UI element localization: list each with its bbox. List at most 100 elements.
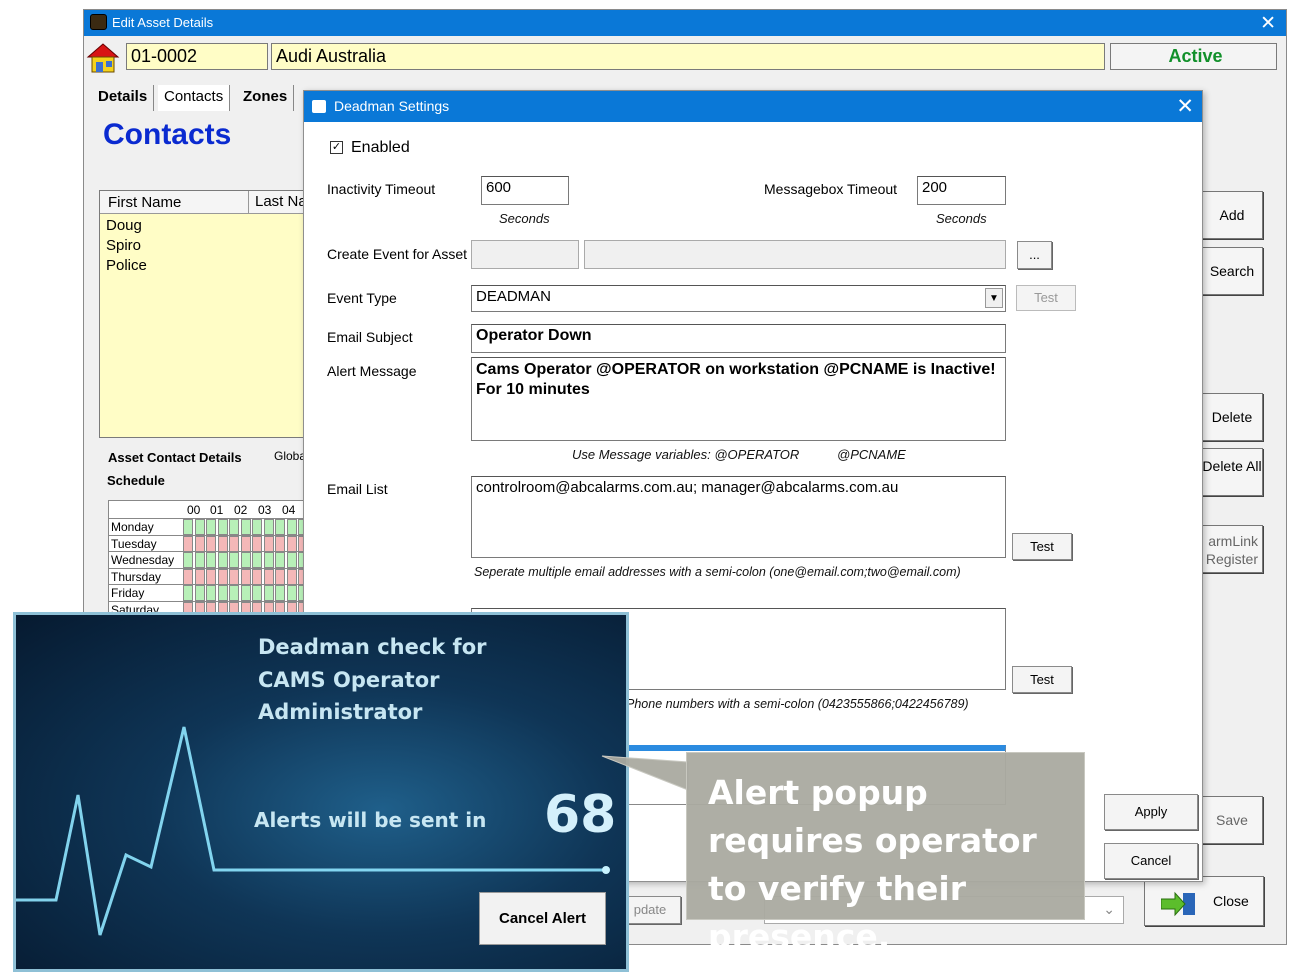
cancel-button[interactable]: Cancel [1104, 843, 1198, 879]
schedule-cell[interactable] [240, 535, 251, 552]
schedule-cell[interactable] [275, 535, 285, 552]
schedule-row[interactable]: Wednesday [109, 552, 320, 569]
schedule-cell[interactable] [240, 519, 251, 535]
list-item[interactable]: Police [106, 257, 147, 274]
account-number-field[interactable]: 01-0002 [126, 43, 268, 70]
schedule-cell[interactable] [194, 535, 205, 552]
close-icon[interactable]: ✕ [1176, 94, 1194, 119]
asset-contact-details-label[interactable]: Asset Contact Details [108, 450, 242, 465]
schedule-cell[interactable] [206, 519, 216, 535]
schedule-cell[interactable] [263, 568, 274, 585]
schedule-cell[interactable] [194, 519, 205, 535]
enabled-checkbox[interactable]: ✓ [330, 141, 343, 154]
schedule-cell[interactable] [240, 568, 251, 585]
schedule-cell[interactable] [275, 519, 285, 535]
schedule-cell[interactable] [183, 552, 193, 568]
add-button[interactable]: Add [1201, 191, 1263, 239]
schedule-cell[interactable] [206, 568, 216, 585]
schedule-grid[interactable]: 00 01 02 03 04 Monday Tuesday Wednesday Thu… [108, 500, 320, 625]
schedule-cell[interactable] [183, 535, 193, 552]
schedule-row[interactable]: Monday [109, 519, 320, 536]
schedule-cell[interactable] [252, 552, 262, 568]
schedule-cell[interactable] [286, 585, 297, 601]
asset-name-input[interactable] [584, 240, 1006, 269]
schedule-cell[interactable] [263, 535, 274, 552]
schedule-cell[interactable] [194, 552, 205, 568]
messagebox-timeout-input[interactable]: 200 [917, 176, 1006, 205]
close-button[interactable]: Close [1144, 876, 1264, 926]
tab-contacts[interactable]: Contacts [158, 85, 231, 111]
tab-zones[interactable]: Zones [237, 85, 295, 111]
schedule-cell[interactable] [229, 535, 239, 552]
email-list-textarea[interactable]: controlroom@abcalarms.com.au; manager@ab… [471, 476, 1006, 558]
delete-button[interactable]: Delete [1201, 393, 1263, 441]
schedule-cell[interactable] [206, 585, 216, 601]
schedule-cell[interactable] [194, 585, 205, 601]
alert-message-textarea[interactable]: Cams Operator @OPERATOR on workstation @… [471, 357, 1006, 441]
apply-button[interactable]: Apply [1104, 794, 1198, 830]
email-subject-input[interactable]: Operator Down [471, 324, 1006, 353]
schedule-cell[interactable] [217, 535, 228, 552]
schedule-cell[interactable] [275, 585, 285, 601]
schedule-cell[interactable] [183, 568, 193, 585]
schedule-cell[interactable] [217, 585, 228, 601]
global-tab[interactable]: Globa [274, 449, 306, 463]
schedule-cell[interactable] [286, 552, 297, 568]
schedule-cell[interactable] [286, 568, 297, 585]
schedule-cell[interactable] [252, 535, 262, 552]
cancel-alert-button[interactable]: Cancel Alert [479, 892, 606, 945]
schedule-cell[interactable] [229, 585, 239, 601]
browse-button[interactable]: ... [1017, 241, 1052, 269]
col-first-name[interactable]: First Name [108, 194, 181, 211]
schedule-cell[interactable] [229, 519, 239, 535]
tab-details[interactable]: Details [92, 85, 155, 111]
email-test-button[interactable]: Test [1012, 533, 1072, 560]
schedule-row[interactable]: Tuesday [109, 535, 320, 552]
close-icon[interactable]: ✕ [1260, 12, 1276, 35]
alarmlink-register-button[interactable]: armLink Register [1201, 525, 1263, 573]
schedule-cell[interactable] [263, 585, 274, 601]
schedule-cell[interactable] [275, 568, 285, 585]
schedule-cell[interactable] [263, 519, 274, 535]
schedule-cell[interactable] [229, 568, 239, 585]
schedule-cell[interactable] [252, 568, 262, 585]
schedule-day-label: Wednesday [111, 553, 175, 567]
schedule-cell[interactable] [286, 535, 297, 552]
schedule-cell[interactable] [217, 519, 228, 535]
schedule-cell[interactable] [263, 552, 274, 568]
schedule-cell[interactable] [240, 552, 251, 568]
schedule-cell[interactable] [229, 552, 239, 568]
schedule-cell[interactable] [206, 535, 216, 552]
list-item[interactable]: Spiro [106, 237, 141, 254]
schedule-cell[interactable] [240, 585, 251, 601]
schedule-cell[interactable] [286, 519, 297, 535]
deadman-alert-popup: Deadman check for CAMS Operator Administ… [13, 612, 629, 972]
col-last-name[interactable]: Last Na [248, 191, 307, 213]
schedule-cell[interactable] [252, 585, 262, 601]
schedule-cell[interactable] [206, 552, 216, 568]
account-name-field[interactable]: Audi Australia [271, 43, 1105, 70]
save-button[interactable]: Save [1201, 796, 1263, 844]
search-button[interactable]: Search [1201, 247, 1263, 295]
schedule-cell[interactable] [252, 519, 262, 535]
asset-code-input[interactable] [471, 240, 579, 269]
list-item[interactable]: Doug [106, 217, 142, 234]
sms-test-button[interactable]: Test [1012, 666, 1072, 693]
schedule-cell[interactable] [183, 519, 193, 535]
schedule-row[interactable]: Friday [109, 585, 320, 602]
delete-all-button[interactable]: Delete All [1201, 448, 1263, 496]
event-test-button[interactable]: Test [1016, 285, 1076, 311]
email-hint: Seperate multiple email addresses with a… [474, 565, 961, 579]
inactivity-timeout-input[interactable]: 600 [481, 176, 569, 205]
schedule-cell[interactable] [194, 568, 205, 585]
schedule-cell[interactable] [217, 568, 228, 585]
schedule-row[interactable]: Thursday [109, 568, 320, 585]
chevron-down-icon[interactable]: ▼ [985, 288, 1003, 308]
schedule-cell[interactable] [217, 552, 228, 568]
schedule-cell[interactable] [275, 552, 285, 568]
contacts-list[interactable]: First Name Last Na Doug Spiro Police [99, 190, 309, 438]
exit-arrow-icon [1161, 891, 1195, 917]
schedule-cell[interactable] [183, 585, 193, 601]
event-type-select[interactable]: DEADMAN ▼ [471, 285, 1006, 312]
hour-header: 04 [282, 503, 296, 517]
